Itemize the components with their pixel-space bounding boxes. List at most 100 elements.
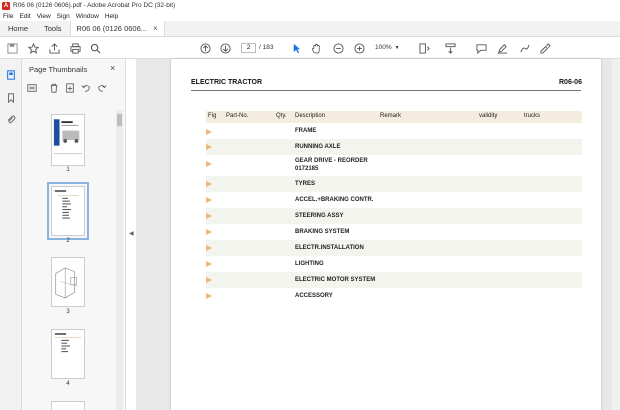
page-thumbnail-4[interactable] <box>51 329 85 379</box>
zoom-level-dropdown[interactable]: 100% ▼ <box>375 43 405 53</box>
row-arrow-icon <box>206 129 212 135</box>
column-remark: Remark <box>380 113 402 119</box>
row-description: ELECTR.INSTALLATION <box>295 245 364 251</box>
attachment-icon[interactable] <box>5 114 17 126</box>
row-arrow-icon <box>206 277 212 283</box>
select-cursor-icon[interactable] <box>290 42 302 54</box>
window-title: R06 06 (0126 0606).pdf - Adobe Acrobat P… <box>13 2 176 9</box>
scrollbar-thumb[interactable] <box>117 114 122 126</box>
table-row[interactable]: LIGHTING <box>206 256 582 272</box>
drawing-preview-image <box>52 258 84 306</box>
thumbnail-scrollbar[interactable] <box>116 110 123 410</box>
menu-help[interactable]: Help <box>105 13 118 20</box>
row-description: STEERING ASSY <box>295 213 344 219</box>
row-arrow-icon <box>206 293 212 299</box>
document-page: ELECTRIC TRACTOR R06-06 Fig Part-No. Qty… <box>171 59 601 410</box>
table-header: Fig Part-No. Qty. Description Remark val… <box>206 111 582 123</box>
zoom-out-icon[interactable] <box>332 42 344 54</box>
highlight-pen-icon[interactable] <box>496 42 508 54</box>
row-arrow-icon <box>206 161 212 167</box>
page-display-icon[interactable] <box>418 42 430 54</box>
table-row[interactable]: FRAME <box>206 125 582 139</box>
share-upload-icon[interactable] <box>48 42 60 54</box>
navigation-rail <box>0 59 22 410</box>
menu-bar: File Edit View Sign Window Help <box>0 11 620 21</box>
scroll-mode-icon[interactable] <box>444 42 456 54</box>
row-arrow-icon <box>206 144 212 150</box>
table-row[interactable]: TYRES <box>206 176 582 192</box>
bookmark-star-icon[interactable] <box>27 42 39 54</box>
page-thumbnail-label-4: 4 <box>66 381 70 387</box>
page-thumbnails-icon[interactable] <box>5 69 17 81</box>
redo-icon[interactable] <box>96 82 108 94</box>
delete-icon[interactable] <box>48 82 60 94</box>
table-row[interactable]: BRAKING SYSTEM <box>206 224 582 240</box>
table-row[interactable]: ACCESSORY <box>206 288 582 304</box>
comment-icon[interactable] <box>475 42 487 54</box>
tab-tools[interactable]: Tools <box>36 21 70 36</box>
thumbnail-toolbar <box>26 81 118 95</box>
menu-sign[interactable]: Sign <box>57 13 70 20</box>
page-number-input[interactable]: 2 <box>241 43 256 53</box>
undo-icon[interactable] <box>80 82 92 94</box>
tab-bar: Home Tools R06 06 (0126 0606... × <box>0 21 620 37</box>
search-icon[interactable] <box>89 42 101 54</box>
title-bar: A R06 06 (0126 0606).pdf - Adobe Acrobat… <box>0 0 620 11</box>
save-icon[interactable] <box>6 42 18 54</box>
next-page-icon[interactable] <box>219 42 231 54</box>
index-preview-image <box>52 187 84 235</box>
menu-file[interactable]: File <box>3 13 13 20</box>
document-code: R06-06 <box>559 79 582 86</box>
page-thumbnail-1[interactable] <box>51 114 85 166</box>
zoom-level-value: 100% <box>375 44 392 51</box>
page-thumbnail-3[interactable] <box>51 257 85 307</box>
row-arrow-icon <box>206 229 212 235</box>
tab-document[interactable]: R06 06 (0126 0606... × <box>69 21 165 36</box>
options-menu-icon[interactable] <box>26 82 38 94</box>
zoom-in-icon[interactable] <box>353 42 365 54</box>
draw-icon[interactable] <box>518 42 530 54</box>
bookmark-icon[interactable] <box>5 92 17 104</box>
panel-title: Page Thumbnails <box>29 65 88 74</box>
row-description: TYRES <box>295 181 316 187</box>
row-arrow-icon <box>206 245 212 251</box>
tab-home[interactable]: Home <box>0 21 36 36</box>
row-description: GEAR DRIVE - REORDER <box>295 158 368 164</box>
hand-tool-icon[interactable] <box>310 42 322 54</box>
column-trucks: trucks <box>524 113 541 119</box>
column-qty: Qty. <box>276 113 287 119</box>
collapse-panel-icon[interactable]: ◀ <box>129 230 135 240</box>
row-arrow-icon <box>206 197 212 203</box>
close-panel-icon[interactable]: × <box>110 63 115 73</box>
menu-view[interactable]: View <box>37 13 51 20</box>
table-row[interactable]: ELECTRIC MOTOR SYSTEM <box>206 272 582 288</box>
print-icon[interactable] <box>69 42 81 54</box>
close-tab-icon[interactable]: × <box>153 24 158 33</box>
row-description-2: 0172185 <box>295 166 319 172</box>
cover-preview-image <box>52 115 84 165</box>
row-arrow-icon <box>206 261 212 267</box>
list-preview-image <box>52 330 84 378</box>
table-row[interactable]: ACCEL.+BRAKING CONTR. <box>206 192 582 208</box>
fill-sign-icon[interactable] <box>539 42 551 54</box>
page-thumbnail-2[interactable] <box>47 182 89 240</box>
tab-document-label: R06 06 (0126 0606... <box>76 24 148 33</box>
row-description: ELECTRIC MOTOR SYSTEM <box>295 277 376 283</box>
page-count: / 183 <box>259 44 274 51</box>
menu-window[interactable]: Window <box>76 13 99 20</box>
row-description: BRAKING SYSTEM <box>295 229 350 235</box>
row-description: LIGHTING <box>295 261 324 267</box>
page-thumbnail-5[interactable] <box>51 401 85 410</box>
menu-edit[interactable]: Edit <box>19 13 30 20</box>
row-arrow-icon <box>206 181 212 187</box>
document-title: ELECTRIC TRACTOR <box>191 79 263 86</box>
table-row[interactable]: RUNNING AXLE <box>206 139 582 155</box>
toolbar: 2 / 183 100% ▼ <box>0 37 620 59</box>
insert-page-icon[interactable] <box>64 82 76 94</box>
document-scrollbar[interactable] <box>612 59 620 410</box>
table-row[interactable]: GEAR DRIVE - REORDER 0172185 <box>206 155 582 176</box>
row-arrow-icon <box>206 213 212 219</box>
table-row[interactable]: STEERING ASSY <box>206 208 582 224</box>
previous-page-icon[interactable] <box>199 42 211 54</box>
table-row[interactable]: ELECTR.INSTALLATION <box>206 240 582 256</box>
